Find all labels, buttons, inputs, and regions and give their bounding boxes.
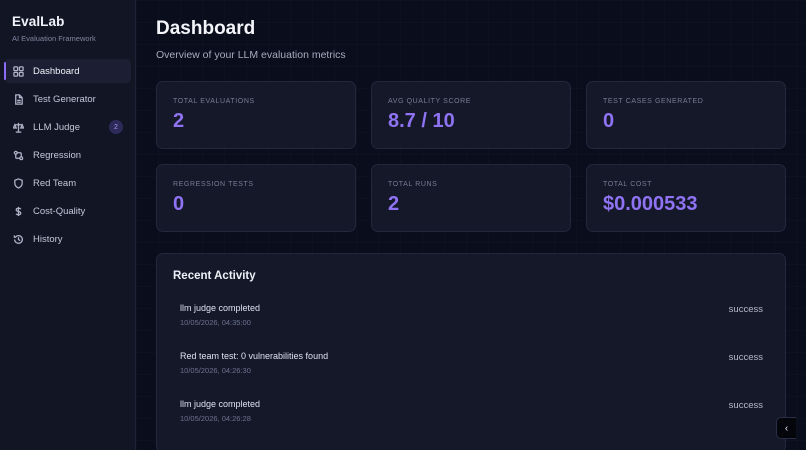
sidebar-item-label: Test Generator (33, 93, 96, 105)
stat-value: $0.000533 (603, 193, 698, 215)
chevron-left-icon: ‹ (784, 422, 789, 434)
sidebar-nav: Dashboard Test Generator LLM Judge 2 Reg… (0, 59, 135, 251)
stat-label: TOTAL RUNS (388, 181, 438, 188)
app-title: EvalLab (12, 14, 65, 29)
activity-item[interactable]: llm judge completed 10/05/2026, 04:26:28… (173, 392, 769, 440)
sidebar-item-red-team[interactable]: Red Team (4, 171, 131, 195)
sidebar-item-dashboard[interactable]: Dashboard (4, 59, 131, 83)
stat-card-regression-tests: REGRESSION TESTS 0 (156, 164, 356, 232)
sidebar-item-label: Regression (33, 149, 82, 161)
activity-text: Red team test: 0 vulnerabilities found (180, 351, 329, 361)
activity-info: llm judge completed 10/05/2026, 04:35:00 (180, 296, 260, 327)
activity-timestamp: 10/05/2026, 04:26:28 (180, 414, 251, 423)
sidebar-item-label: Dashboard (33, 65, 80, 77)
stats-grid: TOTAL EVALUATIONS 2 AVG QUALITY SCORE 8.… (156, 81, 786, 232)
stat-value: 2 (173, 110, 185, 132)
page-subtitle: Overview of your LLM evaluation metrics (156, 49, 346, 61)
activity-timestamp: 10/05/2026, 04:35:00 (180, 318, 251, 327)
sidebar-item-test-generator[interactable]: Test Generator (4, 87, 131, 111)
recent-activity-title: Recent Activity (173, 270, 256, 282)
brand: EvalLab AI Evaluation Framework (0, 14, 135, 43)
activity-timestamp: 10/05/2026, 04:26:30 (180, 366, 251, 375)
stat-card-total-runs: TOTAL RUNS 2 (371, 164, 571, 232)
stat-label: REGRESSION TESTS (173, 181, 254, 188)
collapse-panel-button[interactable]: ‹ (776, 417, 796, 439)
stat-value: 8.7 / 10 (388, 110, 455, 132)
activity-text: llm judge completed (180, 303, 261, 313)
activity-info: Red team test: 0 vulnerabilities found 1… (180, 344, 328, 375)
activity-status: success (728, 304, 763, 315)
stat-label: TOTAL EVALUATIONS (173, 98, 255, 105)
stat-card-test-cases-generated: TEST CASES GENERATED 0 (586, 81, 786, 149)
activity-list: llm judge completed 10/05/2026, 04:35:00… (173, 296, 769, 440)
stat-label: TEST CASES GENERATED (603, 98, 704, 105)
activity-text: llm judge completed (180, 399, 261, 409)
stat-value: 0 (603, 110, 615, 132)
sidebar-item-cost-quality[interactable]: Cost-Quality (4, 199, 131, 223)
stat-card-avg-quality-score: AVG QUALITY SCORE 8.7 / 10 (371, 81, 571, 149)
dollar-icon (12, 205, 24, 217)
stat-card-total-evaluations: TOTAL EVALUATIONS 2 (156, 81, 356, 149)
sidebar: EvalLab AI Evaluation Framework Dashboar… (0, 0, 136, 450)
activity-item[interactable]: llm judge completed 10/05/2026, 04:35:00… (173, 296, 769, 344)
document-icon (12, 93, 24, 105)
shield-icon (12, 177, 24, 189)
stat-value: 2 (388, 193, 400, 215)
dashboard-grid-icon (12, 65, 24, 77)
count-badge: 2 (109, 120, 123, 134)
stat-value: 0 (173, 193, 185, 215)
sidebar-item-history[interactable]: History (4, 227, 131, 251)
app-subtitle: AI Evaluation Framework (12, 34, 96, 43)
sidebar-item-label: History (33, 233, 63, 245)
history-icon (12, 233, 24, 245)
recent-activity-panel: Recent Activity llm judge completed 10/0… (156, 253, 786, 450)
stat-card-total-cost: TOTAL COST $0.000533 (586, 164, 786, 232)
app-shell: EvalLab AI Evaluation Framework Dashboar… (0, 0, 806, 450)
sidebar-item-label: Cost-Quality (33, 205, 86, 217)
git-compare-icon (12, 149, 24, 161)
scale-icon (12, 121, 24, 133)
activity-info: llm judge completed 10/05/2026, 04:26:28 (180, 392, 260, 423)
sidebar-item-regression[interactable]: Regression (4, 143, 131, 167)
stat-label: AVG QUALITY SCORE (388, 98, 472, 105)
main-content: Dashboard Overview of your LLM evaluatio… (136, 0, 806, 450)
page-title: Dashboard (156, 18, 256, 39)
sidebar-item-label: LLM Judge (33, 121, 81, 133)
sidebar-item-llm-judge[interactable]: LLM Judge 2 (4, 115, 131, 139)
activity-item[interactable]: Red team test: 0 vulnerabilities found 1… (173, 344, 769, 392)
sidebar-item-label: Red Team (33, 177, 77, 189)
activity-status: success (728, 400, 763, 411)
activity-status: success (728, 352, 763, 363)
stat-label: TOTAL COST (603, 181, 653, 188)
